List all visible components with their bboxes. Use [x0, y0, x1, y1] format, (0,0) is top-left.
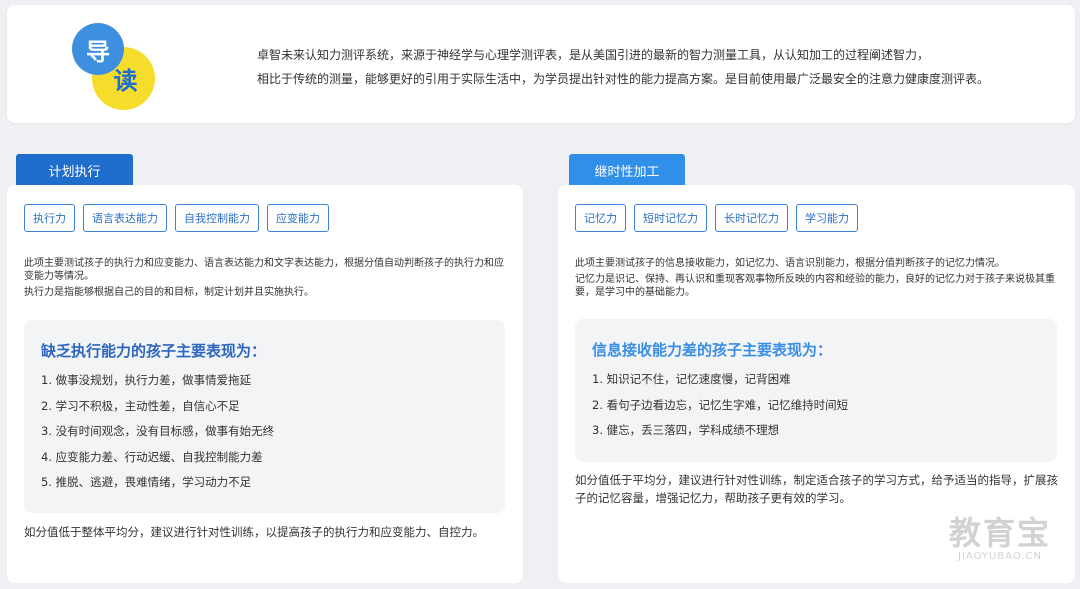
symptoms-box: 缺乏执行能力的孩子主要表现为： 1. 做事没规划，执行力差，做事情爱拖延 2. …: [24, 320, 505, 513]
list-item: 4. 应变能力差、行动迟缓、自我控制能力差: [41, 449, 263, 464]
plan-execution-panel: 执行力 语言表达能力 自我控制能力 应变能力 此项主要测试孩子的执行力和应变能力…: [7, 185, 523, 583]
tag-short-term-memory[interactable]: 短时记忆力: [634, 204, 707, 232]
intro-card: 导 读 卓智未来认知力测评系统，来源于神经学与心理学测评表，是从美国引进的最新的…: [7, 5, 1075, 123]
symptoms-list: 1. 做事没规划，执行力差，做事情爱拖延 2. 学习不积极，主动性差，自信心不足…: [41, 368, 274, 496]
tag-adaptability[interactable]: 应变能力: [267, 204, 329, 232]
intro-text: 卓智未来认知力测评系统，来源于神经学与心理学测评表，是从美国引进的最新的智力测量…: [257, 43, 1057, 91]
tab-successive-processing[interactable]: 继时性加工: [569, 154, 685, 187]
symptoms-box: 信息接收能力差的孩子主要表现为： 1. 知识记不住，记忆速度慢，记背困难 2. …: [575, 319, 1057, 462]
intro-line-2: 相比于传统的测量，能够更好的引用于实际生活中，为学员提出针对性的能力提高方案。是…: [257, 72, 990, 86]
list-item: 2. 看句子边看边忘，记忆生字难，记忆维持时间短: [592, 397, 849, 412]
description-line: 执行力是指能够根据自己的目的和目标，制定计划并且实施执行。: [24, 287, 314, 298]
description-line: 此项主要测试孩子的信息接收能力，如记忆力、语言识别能力，根据分值判断孩子的记忆力…: [575, 258, 1005, 269]
list-item: 1. 知识记不住，记忆速度慢，记背困难: [592, 372, 791, 386]
advice-text: 如分值低于整体平均分，建议进行针对性训练，以提高孩子的执行力和应变能力、自控力。: [24, 525, 484, 539]
symptoms-title: 缺乏执行能力的孩子主要表现为：: [41, 342, 267, 360]
tag-list: 执行力 语言表达能力 自我控制能力 应变能力: [24, 204, 329, 232]
advice-text: 如分值低于平均分，建议进行针对性训练，制定适合孩子的学习方式，给予适当的指导，扩…: [575, 473, 1058, 505]
list-item: 5. 推脱、逃避，畏难情绪，学习动力不足: [41, 475, 252, 490]
list-item: 3. 健忘，丢三落四，学科成绩不理想: [592, 423, 780, 438]
description-line: 此项主要测试孩子的执行力和应变能力、语言表达能力和文字表达能力，根据分值自动判断…: [24, 258, 504, 282]
tag-list: 记忆力 短时记忆力 长时记忆力 学习能力: [575, 204, 858, 232]
description-line: 记忆力是识记、保持、再认识和重现客观事物所反映的内容和经验的能力，良好的记忆力对…: [575, 274, 1055, 298]
tag-memory[interactable]: 记忆力: [575, 204, 626, 232]
symptoms-list: 1. 知识记不住，记忆速度慢，记背困难 2. 看句子边看边忘，记忆生字难，记忆维…: [592, 367, 848, 444]
logo-char-1: 导: [72, 23, 124, 75]
watermark-logo: 教育宝: [948, 514, 1051, 552]
tag-execution[interactable]: 执行力: [24, 204, 75, 232]
list-item: 1. 做事没规划，执行力差，做事情爱拖延: [41, 373, 252, 387]
guide-logo: 导 读: [67, 23, 157, 113]
tag-learning-ability[interactable]: 学习能力: [796, 204, 858, 232]
panel-description: 此项主要测试孩子的执行力和应变能力、语言表达能力和文字表达能力，根据分值自动判断…: [24, 257, 510, 302]
list-item: 3. 没有时间观念，没有目标感，做事有始无终: [41, 424, 275, 439]
panel-description: 此项主要测试孩子的信息接收能力，如记忆力、语言识别能力，根据分值判断孩子的记忆力…: [575, 257, 1061, 302]
tag-self-control[interactable]: 自我控制能力: [175, 204, 259, 232]
watermark: 教育宝 JIAOYUBAO.CN: [930, 515, 1070, 562]
tab-plan-execution[interactable]: 计划执行: [16, 154, 133, 187]
tag-long-term-memory[interactable]: 长时记忆力: [715, 204, 788, 232]
symptoms-title: 信息接收能力差的孩子主要表现为：: [592, 341, 833, 359]
tag-language-expression[interactable]: 语言表达能力: [83, 204, 167, 232]
watermark-url: JIAOYUBAO.CN: [958, 551, 1042, 562]
list-item: 2. 学习不积极，主动性差，自信心不足: [41, 398, 240, 413]
intro-line-1: 卓智未来认知力测评系统，来源于神经学与心理学测评表，是从美国引进的最新的智力测量…: [257, 48, 930, 62]
